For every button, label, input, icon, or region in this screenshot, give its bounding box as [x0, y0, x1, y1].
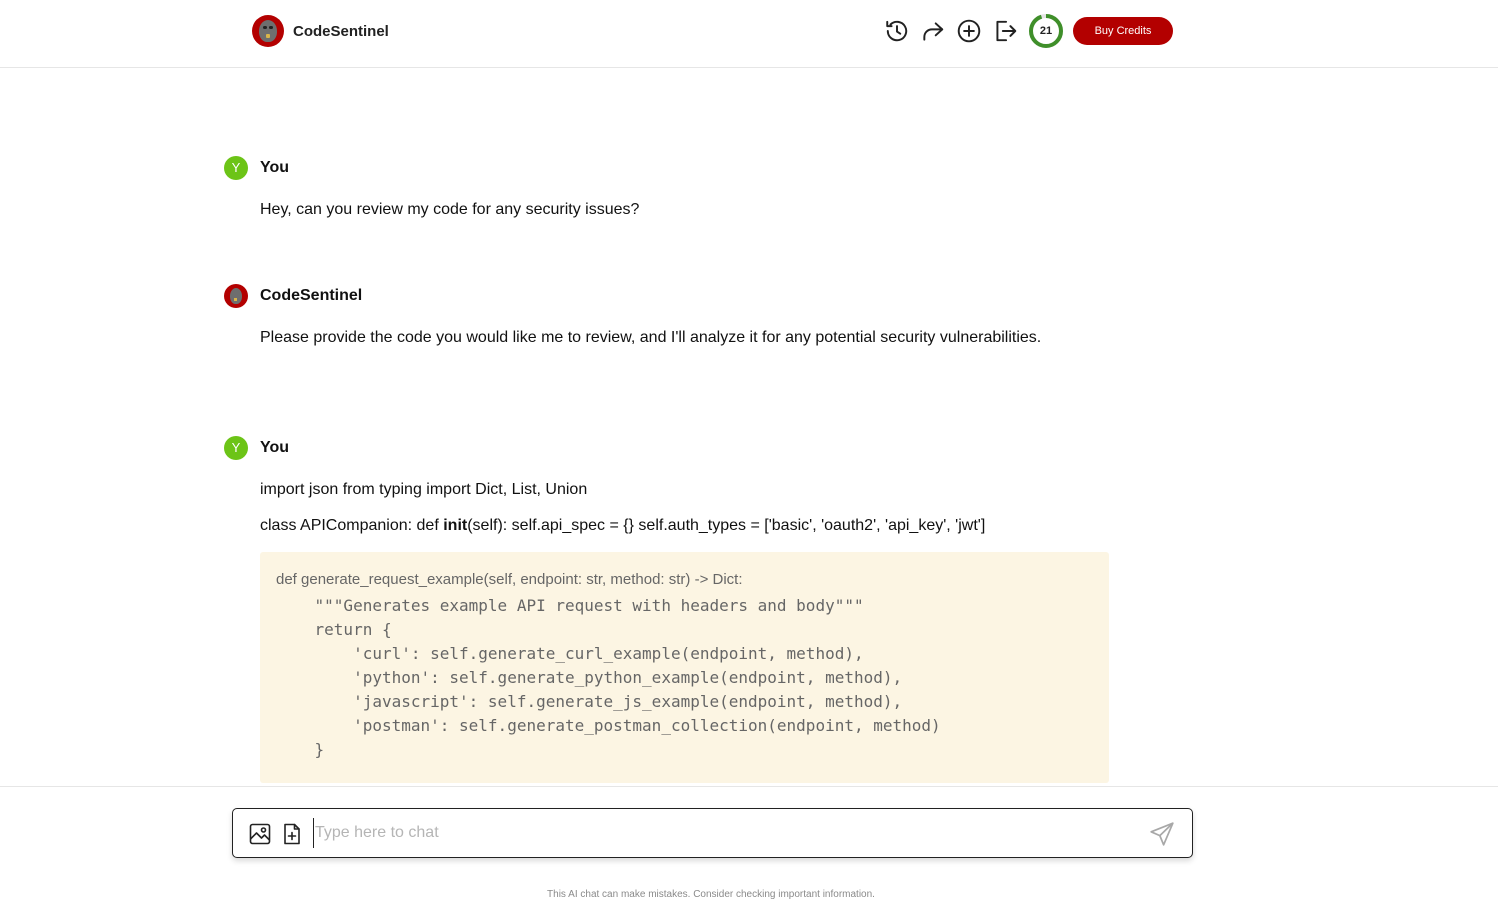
history-icon: [886, 20, 908, 42]
send-button[interactable]: [1149, 821, 1175, 847]
brand-name: CodeSentinel: [293, 22, 389, 40]
code-line: }: [276, 740, 325, 759]
chat-input[interactable]: [313, 818, 1133, 848]
add-file-icon: [284, 823, 300, 845]
message-author: You: [260, 439, 290, 456]
user-avatar: Y: [224, 156, 248, 180]
code-init-bold: init: [443, 517, 468, 534]
brand-logo-icon: [252, 15, 284, 47]
chat-area: Y You Hey, can you review my code for an…: [0, 69, 1498, 786]
code-line: 'javascript': self.generate_js_example(e…: [276, 692, 903, 711]
toolbar: 21 Buy Credits: [884, 13, 1173, 49]
buy-credits-button[interactable]: Buy Credits: [1073, 17, 1173, 45]
image-icon: [249, 823, 271, 845]
user-avatar: Y: [224, 436, 248, 460]
upload-image-button[interactable]: [248, 822, 272, 846]
code-line: 'postman': self.generate_postman_collect…: [276, 716, 941, 735]
composer-area: This AI chat can make mistakes. Consider…: [0, 786, 1498, 916]
message-bot-1: CodeSentinel Please provide the code you…: [224, 283, 1124, 348]
message-author: CodeSentinel: [260, 287, 363, 304]
message-text-line-2: class APICompanion: def init(self): self…: [260, 516, 1124, 536]
code-first-line: def generate_request_example(self, endpo…: [276, 571, 743, 588]
bot-avatar-icon: [224, 284, 248, 308]
history-button[interactable]: [884, 18, 910, 44]
disclaimer-text: This AI chat can make mistakes. Consider…: [547, 889, 875, 900]
message-user-1: Y You Hey, can you review my code for an…: [224, 155, 1124, 220]
share-button[interactable]: [920, 18, 946, 44]
logout-icon: [996, 20, 1017, 42]
credits-indicator[interactable]: 21: [1028, 13, 1064, 49]
message-text: Please provide the code you would like m…: [260, 329, 1042, 346]
logout-button[interactable]: [992, 18, 1018, 44]
new-chat-icon: [957, 19, 981, 43]
message-user-2: Y You import json from typing import Dic…: [224, 435, 1124, 536]
code-line: return {: [276, 620, 392, 639]
message-text: Hey, can you review my code for any secu…: [260, 201, 640, 218]
send-icon: [1150, 822, 1174, 846]
message-text-line-1: import json from typing import Dict, Lis…: [260, 481, 588, 498]
brand[interactable]: CodeSentinel: [252, 15, 389, 47]
code-lines: """Generates example API request with he…: [276, 594, 941, 762]
code-line: 'curl': self.generate_curl_example(endpo…: [276, 644, 864, 663]
top-bar: CodeSentinel 21 Buy Credits: [0, 0, 1498, 68]
share-icon: [923, 22, 944, 41]
code-class-prefix: class APICompanion: def: [260, 517, 444, 534]
code-line: """Generates example API request with he…: [276, 596, 864, 615]
code-line: 'python': self.generate_python_example(e…: [276, 668, 903, 687]
chat-input-box: [232, 808, 1193, 858]
message-author: You: [260, 159, 290, 176]
code-class-suffix: (self): self.api_spec = {} self.auth_typ…: [467, 517, 986, 534]
new-chat-button[interactable]: [956, 18, 982, 44]
upload-file-button[interactable]: [280, 822, 304, 846]
code-block: def generate_request_example(self, endpo…: [260, 552, 1109, 783]
credits-count: 21: [1039, 25, 1053, 37]
